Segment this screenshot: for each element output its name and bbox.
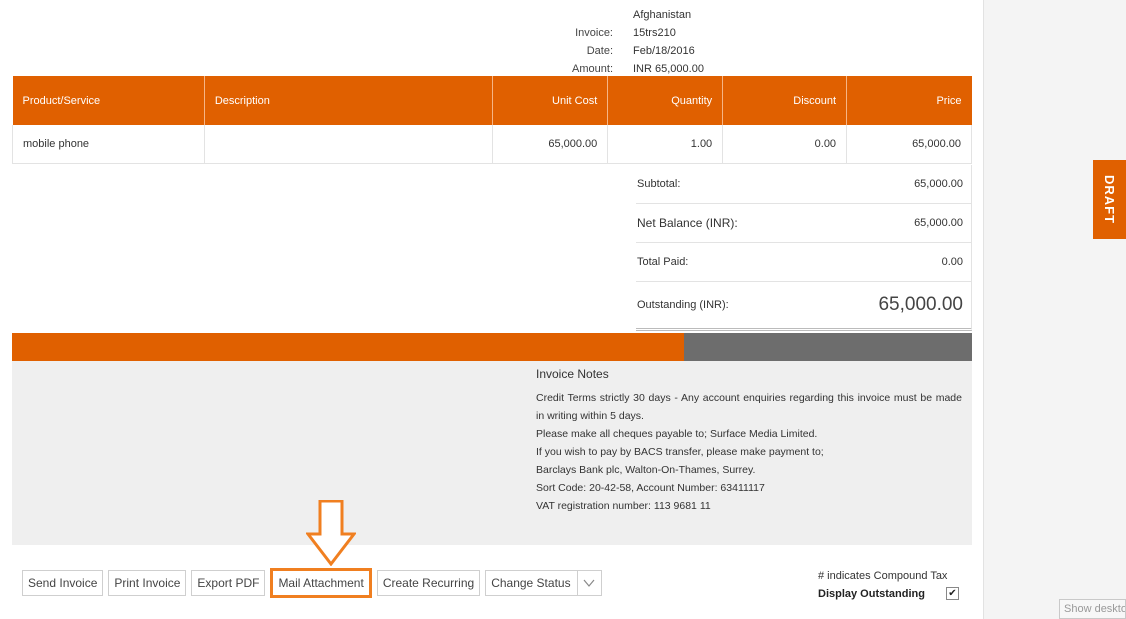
- print-invoice-button[interactable]: Print Invoice: [108, 570, 187, 596]
- invoice-meta: Afghanistan Invoice: 15trs210 Date: Feb/18…: [560, 6, 704, 78]
- invoice-notes: Invoice Notes Credit Terms strictly 30 d…: [536, 367, 962, 515]
- customer-country: Afghanistan: [633, 9, 692, 21]
- dropdown-separator: [576, 571, 578, 595]
- export-pdf-button[interactable]: Export PDF: [191, 570, 266, 596]
- outstanding-label: Outstanding (INR):: [637, 299, 729, 311]
- change-status-dropdown[interactable]: Change Status: [485, 570, 602, 596]
- cell-quantity: 1.00: [607, 125, 724, 164]
- note-line: VAT registration number: 113 9681 11: [536, 500, 711, 512]
- right-gutter: [984, 0, 1126, 619]
- checkmark-icon: ✔: [948, 587, 957, 599]
- cell-description: [203, 125, 494, 164]
- show-desktop-button[interactable]: Show desktop: [1059, 599, 1126, 619]
- total-paid-row: Total Paid: 0.00: [636, 243, 972, 282]
- cell-unit-cost: 65,000.00: [492, 125, 609, 164]
- col-header-description: Description: [204, 76, 494, 125]
- note-line: Credit Terms strictly 30 days - Any acco…: [536, 392, 962, 422]
- note-line: Sort Code: 20-42-58, Account Number: 634…: [536, 482, 765, 494]
- draft-label: DRAFT: [1102, 174, 1118, 225]
- subtotal-value: 65,000.00: [914, 178, 963, 190]
- outstanding-row: Outstanding (INR): 65,000.00: [636, 282, 972, 331]
- col-header-product: Product/Service: [12, 76, 205, 125]
- cell-price: 65,000.00: [846, 125, 972, 164]
- create-recurring-button[interactable]: Create Recurring: [376, 570, 481, 596]
- note-line: Barclays Bank plc, Walton-On-Thames, Sur…: [536, 464, 756, 476]
- invoice-paper: Afghanistan Invoice: 15trs210 Date: Feb/18…: [0, 0, 984, 619]
- subtotal-label: Subtotal:: [637, 178, 681, 190]
- items-header-row: Product/Service Description Unit Cost Qu…: [12, 76, 972, 125]
- net-balance-label: Net Balance (INR):: [637, 216, 738, 230]
- note-line: If you wish to pay by BACS transfer, ple…: [536, 446, 824, 458]
- change-status-label: Change Status: [491, 576, 571, 590]
- display-outstanding-label: Display Outstanding: [818, 587, 925, 600]
- notes-panel: Invoice Notes Credit Terms strictly 30 d…: [12, 361, 972, 545]
- invoice-notes-title: Invoice Notes: [536, 367, 609, 381]
- display-outstanding-option[interactable]: Display Outstanding ✔: [818, 587, 959, 600]
- total-paid-value: 0.00: [941, 256, 963, 268]
- compound-tax-note: # indicates Compound Tax: [818, 570, 948, 582]
- chevron-down-icon: [583, 579, 595, 587]
- total-paid-label: Total Paid:: [637, 256, 689, 268]
- invoice-date-label: Date:: [586, 45, 613, 57]
- table-row: mobile phone 65,000.00 1.00 0.00 65,000.…: [12, 125, 972, 164]
- col-header-price: Price: [846, 76, 972, 125]
- net-balance-row: Net Balance (INR): 65,000.00: [636, 204, 972, 243]
- cell-product: mobile phone: [12, 125, 205, 164]
- totals-panel: Subtotal: 65,000.00 Net Balance (INR): 6…: [636, 165, 972, 331]
- col-header-quantity: Quantity: [607, 76, 724, 125]
- note-line: Please make all cheques payable to; Surf…: [536, 428, 818, 440]
- subtotal-row: Subtotal: 65,000.00: [636, 165, 972, 204]
- display-outstanding-checkbox[interactable]: ✔: [945, 587, 959, 600]
- send-invoice-button[interactable]: Send Invoice: [22, 570, 104, 596]
- invoice-actions: Send Invoice Print Invoice Export PDF Ma…: [22, 568, 602, 598]
- payment-progress-bar: [12, 333, 972, 361]
- draft-tab[interactable]: DRAFT: [1093, 160, 1126, 239]
- net-balance-value: 65,000.00: [914, 217, 963, 229]
- mail-attachment-button[interactable]: Mail Attachment: [270, 568, 372, 598]
- down-arrow-icon: [306, 500, 356, 566]
- invoice-number-label: Invoice:: [575, 27, 613, 39]
- cell-discount: 0.00: [722, 125, 848, 164]
- col-header-unit-cost: Unit Cost: [492, 76, 609, 125]
- invoice-number: 15trs210: [633, 27, 676, 39]
- col-header-discount: Discount: [722, 76, 848, 125]
- payment-progress-fill: [12, 333, 684, 361]
- items-table: Product/Service Description Unit Cost Qu…: [12, 76, 972, 164]
- invoice-date: Feb/18/2016: [633, 45, 695, 57]
- outstanding-value: 65,000.00: [878, 294, 963, 315]
